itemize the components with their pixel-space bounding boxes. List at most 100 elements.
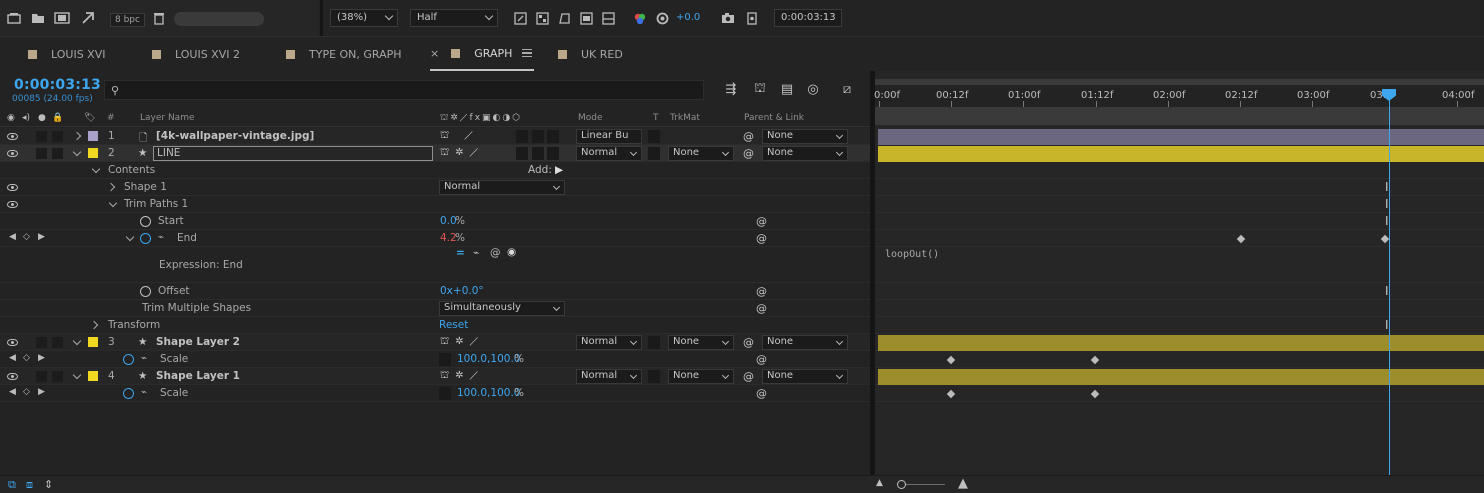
tab-louis-xvi[interactable]: LOUIS XVI	[28, 37, 105, 71]
audio-toggle[interactable]	[36, 131, 47, 142]
expression-pick-whip-icon[interactable]: @	[490, 247, 501, 259]
expand-twirl-icon[interactable]	[72, 131, 82, 141]
layer-switches[interactable]: ⛫✲⟋	[440, 370, 484, 383]
switch-slot[interactable]	[516, 130, 528, 143]
keyframe[interactable]	[1090, 355, 1100, 365]
keyframe[interactable]	[1236, 234, 1246, 244]
pick-whip-icon[interactable]: @	[756, 285, 767, 298]
expand-twirl-icon[interactable]	[106, 182, 116, 192]
offset-value[interactable]: 0x+0.0°	[440, 285, 484, 297]
property-row-trim-paths[interactable]: Trim Paths 1	[0, 196, 870, 213]
layer-name-field[interactable]: LINE	[153, 146, 433, 161]
visibility-eye-icon[interactable]	[7, 373, 18, 380]
expression-row[interactable]: = ⌁ @ ◉ Expression: End	[0, 246, 870, 283]
color-channels-icon[interactable]	[632, 10, 648, 26]
constrain-proportions-toggle[interactable]	[439, 387, 451, 400]
property-row-contents[interactable]: Contents Add: ▶	[0, 162, 870, 179]
new-composition-icon[interactable]	[54, 10, 70, 26]
prev-keyframe-icon[interactable]: ◀	[9, 353, 16, 363]
visibility-column-icon[interactable]: ◉	[7, 113, 15, 123]
magnification-dropdown[interactable]: (38%)	[330, 9, 398, 27]
layer-switches[interactable]: ⛫✲⟋	[440, 336, 484, 349]
label-column-icon[interactable]: 🏷	[84, 113, 95, 123]
layer-row-1[interactable]: 1 🗋 [4k-wallpaper-vintage.jpg] ⛫ ⟋ Linea…	[0, 128, 870, 145]
layer-duration-bar[interactable]	[878, 369, 1484, 385]
pick-whip-icon[interactable]: @	[743, 370, 754, 383]
graph-icon[interactable]: ⌁	[141, 353, 147, 364]
switch-slot[interactable]	[532, 147, 544, 160]
scale-value[interactable]: 100.0,100.0	[457, 353, 520, 365]
parent-dropdown[interactable]: None	[762, 129, 848, 144]
lock-column-icon[interactable]: 🔒	[52, 113, 63, 123]
solo-column-icon[interactable]: ●	[38, 113, 46, 123]
composition-mini-flowchart-icon[interactable]: ⇶	[722, 80, 740, 98]
reset-exposure-icon[interactable]	[654, 10, 670, 26]
region-of-interest-icon[interactable]	[578, 10, 594, 26]
constrain-proportions-toggle[interactable]	[439, 353, 451, 366]
solo-toggle[interactable]	[52, 131, 63, 142]
pick-whip-icon[interactable]: @	[743, 336, 754, 349]
show-snapshot-icon[interactable]	[744, 10, 760, 26]
layer-duration-bar[interactable]	[878, 129, 1484, 145]
zoom-slider-knob[interactable]	[897, 480, 906, 489]
blend-mode-dropdown[interactable]: Normal	[576, 335, 642, 350]
property-row-trim-multiple-shapes[interactable]: Trim Multiple Shapes Simultaneously @	[0, 300, 870, 317]
snapshot-icon[interactable]	[720, 10, 736, 26]
parent-dropdown[interactable]: None	[762, 369, 848, 384]
property-row-end[interactable]: ◀ ◇ ▶ ⌁ End 4.2 % @	[0, 230, 870, 247]
motion-blur-icon[interactable]: ◎	[804, 80, 822, 98]
in-out-toggle-icon[interactable]: ⇕	[44, 478, 53, 491]
layer-duration-bar[interactable]	[878, 335, 1484, 351]
stopwatch-icon[interactable]	[140, 286, 151, 297]
switches-column-icons[interactable]: ⛫✲⟋fx▣◐◑⬡	[440, 113, 522, 124]
visibility-eye-icon[interactable]	[7, 150, 18, 157]
property-row-start[interactable]: Start 0.0 % @	[0, 213, 870, 230]
switch-slot[interactable]	[532, 130, 544, 143]
add-keyframe-icon[interactable]: ◇	[23, 387, 30, 397]
pick-whip-icon[interactable]: @	[756, 302, 767, 315]
close-icon[interactable]: ×	[430, 47, 439, 60]
fast-previews-icon[interactable]	[512, 10, 528, 26]
visibility-eye-icon[interactable]	[7, 201, 18, 208]
stopwatch-icon[interactable]	[123, 388, 134, 399]
collapse-twirl-icon[interactable]	[72, 147, 82, 157]
add-keyframe-icon[interactable]: ◇	[23, 353, 30, 363]
mask-visibility-icon[interactable]	[556, 10, 572, 26]
blend-mode-dropdown[interactable]: Linear Bu	[576, 129, 642, 144]
reset-link[interactable]: Reset	[439, 319, 468, 331]
tab-uk-red[interactable]: UK RED	[558, 37, 623, 71]
transfer-controls-toggle-icon[interactable]: ⧈	[26, 478, 33, 492]
keyframe[interactable]	[1090, 389, 1100, 399]
expression-graph-icon[interactable]: ⌁	[473, 247, 479, 259]
trim-multiple-shapes-dropdown[interactable]: Simultaneously	[439, 301, 565, 316]
layer-name[interactable]: Shape Layer 1	[156, 370, 240, 382]
property-row-offset[interactable]: Offset 0x+0.0° @	[0, 283, 870, 300]
audio-toggle[interactable]	[36, 148, 47, 159]
label-color-swatch[interactable]	[88, 371, 98, 381]
time-navigator[interactable]	[875, 107, 1484, 125]
resolution-dropdown[interactable]: Half	[410, 9, 498, 27]
label-color-swatch[interactable]	[88, 131, 98, 141]
track-matte-dropdown[interactable]: None	[668, 335, 734, 350]
add-menu-label[interactable]: Add:	[528, 164, 552, 176]
add-keyframe-icon[interactable]: ◇	[23, 232, 30, 242]
collapse-twirl-icon[interactable]	[72, 370, 82, 380]
pick-whip-icon[interactable]: @	[756, 353, 767, 366]
track-matte-dropdown[interactable]: None	[668, 146, 734, 161]
flowchart-icon[interactable]	[80, 10, 96, 26]
property-row-scale-3[interactable]: ◀ ◇ ▶ ⌁ Scale 100.0,100.0 % @	[0, 351, 870, 368]
layer-search-input[interactable]: ⚲	[104, 80, 704, 100]
visibility-eye-icon[interactable]	[7, 133, 18, 140]
zoom-in-icon[interactable]: ▲	[958, 476, 968, 491]
new-folder-icon[interactable]	[30, 10, 46, 26]
next-keyframe-icon[interactable]: ▶	[38, 232, 45, 242]
solo-toggle[interactable]	[52, 337, 63, 348]
collapse-twirl-icon[interactable]	[91, 164, 101, 174]
layer-row-2[interactable]: 2 ★ LINE ⛫✲⟋ Normal None @ None	[0, 145, 870, 162]
label-color-swatch[interactable]	[88, 337, 98, 347]
visibility-eye-icon[interactable]	[7, 339, 18, 346]
property-row-scale-4[interactable]: ◀ ◇ ▶ ⌁ Scale 100.0,100.0 % @	[0, 385, 870, 402]
layer-duration-bar[interactable]	[878, 146, 1484, 162]
blend-mode-dropdown[interactable]: Normal	[576, 146, 642, 161]
scale-value[interactable]: 100.0,100.0	[457, 387, 520, 399]
